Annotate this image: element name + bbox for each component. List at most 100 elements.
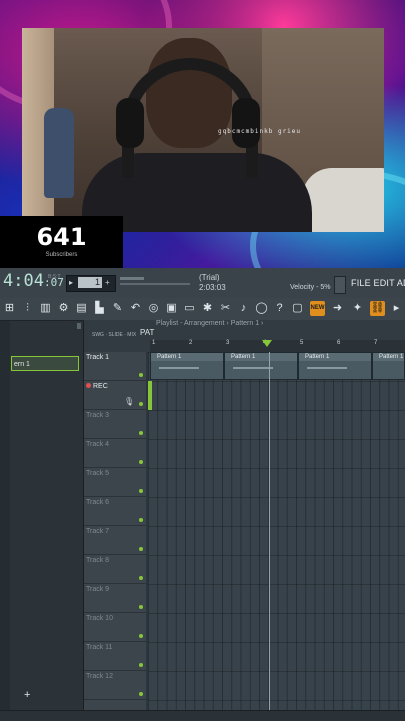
transport-bar: 4:04:07 B:S:T ▸ 1 + (Trial) 2:03:03 Velo… (0, 268, 405, 299)
clip-notes (307, 367, 347, 369)
track-mute-icon[interactable] (139, 489, 143, 493)
velocity-meter[interactable] (334, 276, 346, 294)
ruler-number: 3 (226, 340, 230, 346)
pattern-icon[interactable]: ◎ (146, 301, 161, 316)
clip-notes (159, 367, 199, 369)
track-header[interactable]: Track 5 (84, 468, 146, 497)
track-mute-icon[interactable] (139, 692, 143, 696)
picker-scrollbar[interactable] (77, 323, 81, 329)
horizontal-scrollbar[interactable] (0, 710, 405, 721)
record-dot-icon (86, 383, 91, 388)
track-name: Track 9 (86, 586, 110, 593)
track-header[interactable]: Track 1 (84, 352, 146, 381)
playlist-title: Playlist - Arrangement › Pattern 1 › (156, 320, 264, 327)
track-header[interactable]: Track 10 (84, 613, 146, 642)
plugin-icon[interactable]: ⚙ (56, 301, 71, 316)
grid-icon[interactable]: ⊞ (2, 301, 17, 316)
track-rec-label: REC (86, 383, 108, 390)
track-header[interactable]: Track 3 (84, 410, 146, 439)
track-header[interactable]: Track 6 (84, 497, 146, 526)
pattern-clip[interactable]: Pattern 1 (224, 352, 298, 380)
arrow-right-icon[interactable]: ➜ (330, 301, 345, 316)
track-mute-icon[interactable] (139, 576, 143, 580)
track-name: Track 6 (86, 499, 110, 506)
link-icon[interactable]: ⛓ (370, 301, 385, 316)
magic-icon[interactable]: ✦ (350, 301, 365, 316)
trial-label: (Trial) (199, 273, 220, 282)
disk-icon[interactable]: ▣ (164, 301, 179, 316)
clip-label: Pattern 1 (373, 353, 404, 361)
selection-indicator (148, 381, 152, 410)
toolbar: ⊞ ⫶ ▥ ⚙ ▤ ▙ ✎ ↶ ◎ ▣ ▭ ✱ ✂ ♪ ◯ ? ▢ NEW ➜ … (0, 298, 405, 321)
webcam-coat (44, 108, 74, 198)
track-name: Track 10 (86, 615, 113, 622)
pattern-prev-icon[interactable]: ▸ (69, 278, 73, 287)
undo-icon[interactable]: ↶ (128, 301, 143, 316)
ruler-number: 5 (300, 340, 304, 346)
pattern-selector[interactable]: ▸ 1 + (66, 275, 116, 292)
playlist-pattern-toggle[interactable]: PAT (140, 328, 154, 337)
tempo-slider[interactable] (120, 283, 190, 285)
trial-info: (Trial) 2:03:03 (199, 273, 226, 293)
playlist-tools[interactable]: SWG · SLIDE · MIX (92, 332, 136, 338)
webcam-bed (302, 168, 384, 232)
track-header[interactable]: Track 4 (84, 439, 146, 468)
pattern-clip[interactable]: Pattern 1 (150, 352, 224, 380)
pattern-clip[interactable]: Pattern 1 (372, 352, 405, 380)
main-menu[interactable]: FILE EDIT ADD P (351, 278, 405, 288)
channel-picker: ern 1 (10, 321, 84, 711)
screen-icon[interactable]: ▢ (290, 301, 305, 316)
save-icon[interactable]: ✎ (110, 301, 125, 316)
new-badge-button[interactable]: NEW (310, 301, 325, 316)
track-mute-icon[interactable] (139, 518, 143, 522)
chat-icon[interactable]: ◯ (254, 301, 269, 316)
picker-pattern-item[interactable]: ern 1 (11, 356, 79, 371)
piano-icon[interactable]: ▥ (38, 301, 53, 316)
ruler-number: 2 (189, 340, 193, 346)
headphone-ear-right (232, 98, 260, 148)
track-name: Track 5 (86, 470, 110, 477)
track-header[interactable]: Track 11 (84, 642, 146, 671)
add-track-button[interactable]: + (24, 689, 30, 701)
track-mute-icon[interactable] (139, 634, 143, 638)
daw-window: 4:04:07 B:S:T ▸ 1 + (Trial) 2:03:03 Velo… (0, 268, 405, 721)
mixer-icon[interactable]: ⫶ (20, 301, 35, 316)
track-header[interactable]: Track 12 (84, 671, 146, 700)
export-icon[interactable]: ▭ (182, 301, 197, 316)
mic-icon[interactable]: 🎙 (124, 397, 134, 406)
help-icon[interactable]: ? (272, 301, 287, 316)
webcam-feed: gqbcmcmbinkb grieu (22, 28, 384, 232)
clip-label: Pattern 1 (151, 353, 223, 361)
overflow-icon[interactable]: ▸ (389, 301, 404, 316)
track-header[interactable]: Track 9 (84, 584, 146, 613)
track-mute-icon[interactable] (139, 373, 143, 377)
settings-icon[interactable]: ✱ (200, 301, 215, 316)
playlist-grid[interactable]: Pattern 1 Pattern 1 Pattern 1 Pattern 1 (148, 352, 405, 710)
mic-icon[interactable]: ♪ (236, 301, 251, 316)
song-time: 4:04 (3, 271, 44, 291)
track-header[interactable]: Track 8 (84, 555, 146, 584)
track-mute-icon[interactable] (139, 605, 143, 609)
playhead-line[interactable] (269, 352, 270, 710)
track-name: Track 7 (86, 528, 110, 535)
tempo-slider-knob[interactable] (120, 277, 144, 280)
track-header[interactable]: REC 🎙 (84, 381, 146, 410)
track-header[interactable]: Track 7 (84, 526, 146, 555)
pattern-add-icon[interactable]: + (105, 278, 110, 287)
track-name: Track 11 (86, 644, 113, 651)
track-name: Track 1 (86, 354, 110, 361)
track-mute-icon[interactable] (139, 431, 143, 435)
track-mute-icon[interactable] (139, 547, 143, 551)
playhead-marker-icon[interactable] (262, 340, 272, 347)
track-name: Track 8 (86, 557, 110, 564)
browser-icon[interactable]: ▤ (74, 301, 89, 316)
track-mute-icon[interactable] (139, 460, 143, 464)
track-mute-icon[interactable] (139, 663, 143, 667)
track-mute-icon[interactable] (139, 402, 143, 406)
pattern-number[interactable]: 1 (78, 277, 102, 288)
subscriber-label: Subscribers (45, 252, 78, 258)
folder-icon[interactable]: ▙ (92, 301, 107, 316)
cut-icon[interactable]: ✂ (218, 301, 233, 316)
clip-label: Pattern 1 (299, 353, 371, 361)
pattern-clip[interactable]: Pattern 1 (298, 352, 372, 380)
